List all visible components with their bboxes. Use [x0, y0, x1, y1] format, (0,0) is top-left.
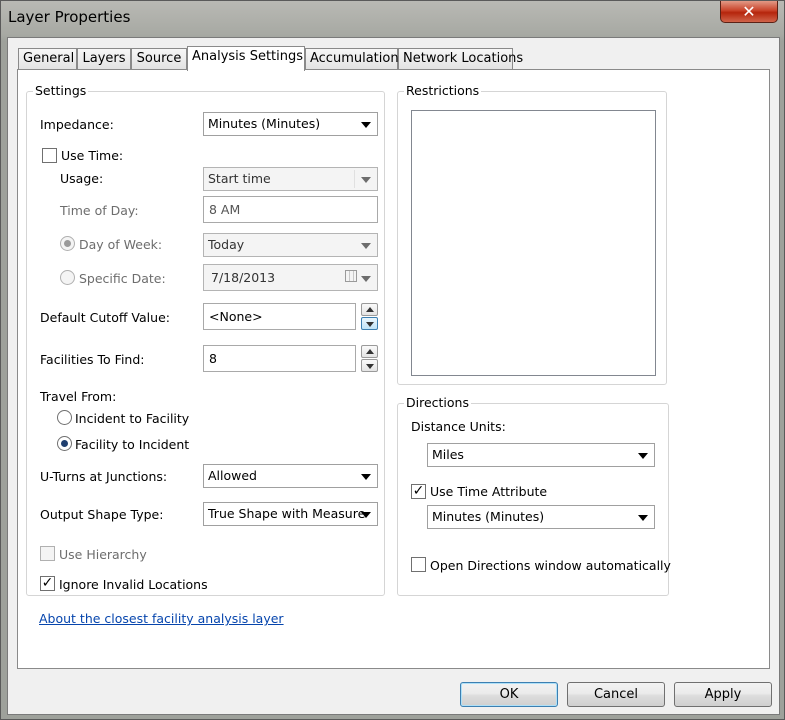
arrow-down-icon: [366, 364, 374, 369]
checkmark-icon: ✓: [412, 483, 425, 499]
chevron-down-icon: [361, 512, 371, 518]
chevron-down-icon: [638, 453, 648, 459]
tab-network-locations[interactable]: Network Locations: [398, 48, 523, 70]
settings-group: Settings Impedance: Minutes (Minutes) Us…: [26, 83, 385, 596]
impedance-label: Impedance:: [40, 117, 114, 132]
impedance-dropdown[interactable]: Minutes (Minutes): [203, 112, 378, 136]
travel-from-label: Travel From:: [40, 389, 117, 404]
day-of-week-dropdown[interactable]: Today: [203, 233, 378, 257]
distance-units-dropdown[interactable]: Miles: [427, 443, 655, 467]
chevron-down-icon: [361, 474, 371, 480]
restrictions-group: Restrictions: [397, 83, 667, 385]
day-of-week-radio[interactable]: [60, 236, 75, 251]
day-of-week-label: Day of Week:: [79, 237, 163, 252]
ignore-invalid-label: Ignore Invalid Locations: [59, 577, 208, 592]
incident-to-facility-label: Incident to Facility: [75, 411, 190, 426]
analysis-settings-panel: Settings Impedance: Minutes (Minutes) Us…: [17, 69, 770, 669]
output-shape-label: Output Shape Type:: [40, 507, 164, 522]
use-time-label: Use Time:: [61, 148, 124, 163]
spin-down-button[interactable]: [361, 359, 378, 372]
usage-value: Start time: [208, 171, 271, 186]
chevron-down-icon: [361, 122, 371, 128]
specific-date-label: Specific Date:: [79, 271, 166, 286]
restrictions-group-title: Restrictions: [404, 83, 482, 98]
time-attribute-value: Minutes (Minutes): [432, 509, 545, 524]
close-button[interactable]: ✕: [720, 1, 778, 23]
impedance-value: Minutes (Minutes): [208, 116, 321, 131]
facility-to-incident-radio[interactable]: [57, 436, 72, 451]
facilities-label: Facilities To Find:: [40, 352, 145, 367]
tab-source[interactable]: Source: [131, 48, 187, 70]
output-shape-value: True Shape with Measure: [208, 506, 366, 521]
chevron-down-icon: [638, 515, 648, 521]
usage-dropdown[interactable]: Start time: [203, 167, 378, 191]
usage-label: Usage:: [60, 171, 104, 186]
facilities-field[interactable]: 8: [203, 345, 356, 372]
default-cutoff-spinner[interactable]: [361, 303, 378, 330]
tab-accumulation[interactable]: Accumulation: [305, 48, 399, 70]
incident-to-facility-radio[interactable]: [57, 410, 72, 425]
spin-up-button[interactable]: [361, 345, 378, 358]
directions-group-title: Directions: [404, 395, 471, 410]
distance-units-label: Distance Units:: [411, 419, 506, 434]
dialog-client: General Layers Source Analysis Settings …: [7, 37, 780, 715]
uturns-dropdown[interactable]: Allowed: [203, 464, 378, 488]
arrow-up-icon: [366, 349, 374, 354]
window-title: Layer Properties: [8, 8, 131, 26]
uturns-value: Allowed: [208, 468, 257, 483]
time-attribute-dropdown[interactable]: Minutes (Minutes): [427, 505, 655, 529]
time-of-day-label: Time of Day:: [60, 203, 139, 218]
radio-selected-dot: [64, 240, 71, 247]
use-hierarchy-checkbox[interactable]: [40, 546, 55, 561]
directions-group: Directions Distance Units: Miles ✓ Use T…: [397, 395, 671, 596]
chevron-down-icon: [361, 177, 371, 183]
layer-properties-window: Layer Properties ✕ General Layers Source…: [0, 0, 785, 720]
use-time-attribute-checkbox[interactable]: ✓: [411, 484, 426, 499]
tab-layers[interactable]: Layers: [77, 48, 131, 70]
checkmark-icon: ✓: [41, 575, 54, 591]
default-cutoff-field[interactable]: <None>: [203, 303, 356, 330]
day-of-week-value: Today: [208, 237, 245, 252]
chevron-down-icon: [361, 276, 371, 282]
restrictions-list[interactable]: [411, 110, 656, 376]
arrow-up-icon: [366, 307, 374, 312]
arrow-down-icon: [366, 322, 374, 327]
open-directions-window-checkbox[interactable]: [411, 557, 426, 572]
facilities-spinner[interactable]: [361, 345, 378, 372]
specific-date-value: 7/18/2013: [211, 270, 276, 285]
ignore-invalid-checkbox[interactable]: ✓: [40, 576, 55, 591]
dropdown-divider: [354, 170, 355, 188]
about-layer-link[interactable]: About the closest facility analysis laye…: [39, 611, 284, 626]
apply-button[interactable]: Apply: [674, 682, 772, 707]
specific-date-radio[interactable]: [60, 270, 75, 285]
calendar-icon: [345, 270, 357, 282]
ok-button[interactable]: OK: [460, 682, 558, 707]
spin-up-button[interactable]: [361, 303, 378, 316]
chevron-down-icon: [361, 243, 371, 249]
tab-analysis-settings[interactable]: Analysis Settings: [187, 46, 305, 71]
radio-selected-dot: [61, 440, 68, 447]
facility-to-incident-label: Facility to Incident: [75, 437, 190, 452]
output-shape-dropdown[interactable]: True Shape with Measure: [203, 502, 378, 526]
use-time-checkbox[interactable]: [42, 148, 57, 163]
cancel-button[interactable]: Cancel: [567, 682, 665, 707]
settings-group-title: Settings: [33, 83, 89, 98]
spin-down-button[interactable]: [361, 317, 378, 330]
tab-general[interactable]: General: [18, 48, 77, 70]
time-of-day-field[interactable]: 8 AM: [203, 196, 378, 223]
default-cutoff-label: Default Cutoff Value:: [40, 310, 170, 325]
use-time-attribute-label: Use Time Attribute: [430, 484, 548, 499]
close-icon: ✕: [742, 2, 756, 21]
specific-date-picker[interactable]: 7/18/2013: [203, 264, 378, 291]
open-directions-window-label: Open Directions window automatically: [430, 558, 671, 573]
uturns-label: U-Turns at Junctions:: [40, 469, 168, 484]
distance-units-value: Miles: [432, 447, 464, 462]
use-hierarchy-label: Use Hierarchy: [59, 547, 147, 562]
